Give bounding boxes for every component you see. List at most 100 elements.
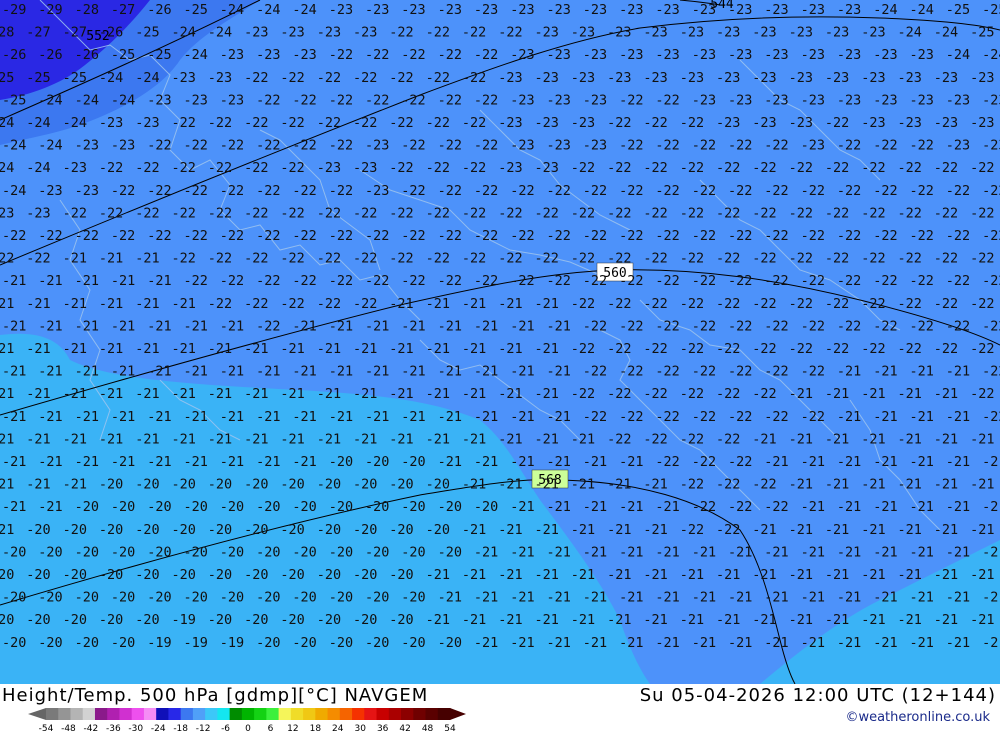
color-scale-legend: -54 -48 -42 -36 -30 -24 -18 -12 -6 0 6 12 18 24 30 36 42…: [28, 708, 466, 732]
temperature-value: -21: [426, 341, 450, 357]
temperature-value: -22: [873, 318, 897, 334]
temperature-value: -20: [147, 499, 171, 515]
temperature-value: -21: [111, 409, 135, 425]
legend-tick-label: -36: [106, 724, 121, 732]
temperature-value: -21: [280, 341, 304, 357]
temperature-value: -21: [752, 567, 776, 583]
valid-time: Su 05-04-2026 12:00 UTC (12+144): [639, 685, 996, 706]
temperature-value: -21: [147, 273, 171, 289]
temperature-value: -21: [619, 544, 643, 560]
temperature-value: -24: [873, 2, 897, 18]
legend-swatch: [413, 708, 427, 720]
temperature-value: -21: [38, 318, 62, 334]
temperature-value: -20: [317, 612, 341, 628]
temperature-value: -20: [75, 590, 99, 606]
temperature-value: -21: [111, 364, 135, 380]
temperature-value: -23: [801, 47, 825, 63]
temperature-value: -22: [801, 409, 825, 425]
temperature-value: -21: [135, 251, 159, 267]
temperature-value: -23: [220, 92, 244, 108]
temperature-value: -22: [498, 251, 522, 267]
temperature-value: -22: [655, 273, 679, 289]
temperature-value: -21: [910, 635, 934, 651]
temperature-value: -22: [329, 273, 353, 289]
temperature-value: -22: [716, 341, 740, 357]
temperature-value: -20: [75, 499, 99, 515]
temperature-value: -24: [135, 70, 159, 86]
temperature-value: -22: [692, 183, 716, 199]
temperature-value: -22: [655, 454, 679, 470]
temperature-value: -22: [184, 183, 208, 199]
temperature-value: -22: [752, 386, 776, 402]
temperature-value: -22: [292, 183, 316, 199]
temperature-value: -23: [208, 70, 232, 86]
temperature-value: -23: [571, 25, 595, 41]
temperature-value: -22: [716, 522, 740, 538]
temperature-value: -22: [280, 115, 304, 131]
temperature-value: -22: [280, 70, 304, 86]
temperature-value: -23: [861, 70, 885, 86]
temperature-value: -21: [438, 318, 462, 334]
temperature-value: -22: [63, 205, 87, 221]
temperature-value: -22: [329, 138, 353, 154]
temperature-value: -22: [0, 251, 14, 267]
temperature-value: -23: [910, 47, 934, 63]
temperature-value: -23: [910, 92, 934, 108]
temperature-value: -21: [498, 477, 522, 493]
temperature-value: -22: [256, 183, 280, 199]
temperature-value: -22: [861, 296, 885, 312]
temperature-value: -20: [438, 635, 462, 651]
temperature-value: -20: [2, 544, 26, 560]
temperature-value: -25: [0, 70, 14, 86]
temperature-value: -22: [680, 386, 704, 402]
temperature-value: -22: [583, 409, 607, 425]
temperature-value: -20: [208, 522, 232, 538]
temperature-value: -20: [2, 590, 26, 606]
temperature-value: -22: [680, 251, 704, 267]
temperature-value: -21: [389, 431, 413, 447]
temperature-value: -22: [220, 138, 244, 154]
chart-title: Height/Temp. 500 hPa [gdmp][°C] NAVGEM: [2, 685, 429, 706]
temperature-value: -22: [764, 138, 788, 154]
temperature-value: -20: [365, 454, 389, 470]
temperature-value: -23: [498, 115, 522, 131]
temperature-value: -21: [752, 612, 776, 628]
temperature-value: -21: [498, 612, 522, 628]
temperature-value: -21: [365, 318, 389, 334]
temperature-value: -23: [547, 92, 571, 108]
temperature-value: -22: [946, 228, 970, 244]
temperature-value: -21: [837, 635, 861, 651]
temperature-value: -22: [498, 205, 522, 221]
temperature-value: -21: [607, 567, 631, 583]
temperature-value: -23: [63, 160, 87, 176]
temperature-value: -21: [583, 499, 607, 515]
weather-map: 560 568 544 552 -29 -29 -28 -27 -26 -25 -24 -24…: [0, 0, 1000, 684]
temperature-value: -21: [329, 364, 353, 380]
legend-tick-label: 0: [245, 724, 251, 732]
temperature-value: -22: [184, 138, 208, 154]
legend-swatch: [131, 708, 145, 720]
temperature-value: -21: [752, 522, 776, 538]
temperature-value: -20: [292, 590, 316, 606]
temperature-value: -23: [619, 47, 643, 63]
temperature-value: -21: [801, 544, 825, 560]
temperature-value: -22: [680, 205, 704, 221]
temperature-value: -21: [2, 318, 26, 334]
temperature-value: -21: [837, 590, 861, 606]
temperature-value: -21: [547, 409, 571, 425]
temperature-value: -21: [208, 341, 232, 357]
temperature-value: -22: [292, 273, 316, 289]
temperature-value: -21: [75, 318, 99, 334]
temperature-value: -21: [111, 318, 135, 334]
temperature-value: -23: [898, 115, 922, 131]
temperature-value: -21: [789, 477, 813, 493]
temperature-value: -20: [280, 612, 304, 628]
temperature-value: -22: [680, 296, 704, 312]
legend-swatch: [401, 708, 414, 720]
temperature-value: -21: [789, 386, 813, 402]
temperature-value: -20: [438, 499, 462, 515]
temperature-value: -20: [135, 612, 159, 628]
temperature-value: -21: [244, 386, 268, 402]
temperature-value: -22: [208, 205, 232, 221]
temperature-value: -22: [244, 251, 268, 267]
